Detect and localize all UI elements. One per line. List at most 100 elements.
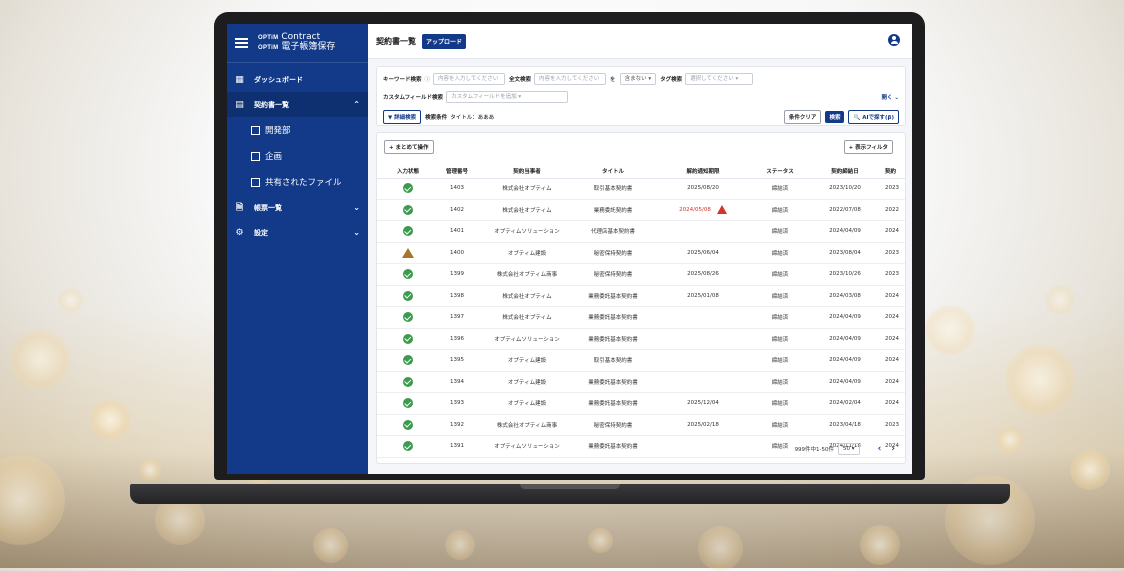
signed-cell: 2023/10/26	[817, 264, 873, 285]
table-row[interactable]: 1402 株式会社オプティム 業務委託契約書 2024/05/08 締結済 2022/07…	[377, 200, 905, 221]
status-text: 締結済	[771, 293, 789, 300]
party-cell: 株式会社オプティム商事	[485, 415, 569, 436]
display-filter-button[interactable]: + 表示フィルタ	[843, 140, 893, 154]
table-row[interactable]: 1403 株式会社オプティム 取引基本契約書 2025/08/20 締結済 2023/10…	[377, 178, 905, 200]
column-header[interactable]: 契約締結日	[817, 164, 873, 178]
input-state-cell	[393, 286, 423, 307]
extra-text: 2023	[885, 421, 899, 428]
sidebar-item-dashboard[interactable]: ▦ ダッシュボード	[227, 67, 368, 92]
table-row[interactable]: 1395 オプティム建設 取引基本契約書 締結済 2024/04/09 2024	[377, 350, 905, 372]
party-cell: オプティム建設	[485, 243, 569, 264]
sidebar-item-label: 帳票一覧	[254, 203, 282, 212]
bulk-action-button[interactable]: + まとめて操作	[384, 140, 434, 154]
check-circle-icon	[403, 419, 413, 430]
party-text: オプティム建設	[507, 250, 547, 257]
notice-cell	[665, 329, 741, 350]
table-row[interactable]: 1399 株式会社オプティム商事 秘密保持契約書 2025/08/26 締結済 2023/…	[377, 264, 905, 286]
prev-page-icon[interactable]: ‹	[878, 444, 882, 454]
id-cell: 1401	[437, 221, 477, 242]
clear-conditions-button[interactable]: 条件クリア	[783, 110, 822, 124]
help-icon[interactable]: ⓘ	[425, 75, 431, 83]
status-text: 締結済	[771, 401, 789, 408]
status-cell: 締結済	[757, 329, 803, 350]
title-cell: 業務委託基本契約書	[577, 329, 649, 350]
user-account-icon[interactable]	[888, 34, 900, 46]
table-row[interactable]: 1393 オプティム建設 業務委託基本契約書 2025/12/04 締結済 2024/02…	[377, 393, 905, 415]
column-header[interactable]: 解約通知期限	[665, 164, 741, 178]
detail-search-button[interactable]: ▼ 詳細検索	[383, 110, 422, 124]
sidebar-subitem-planning[interactable]: 企画	[227, 143, 368, 169]
folder-icon	[251, 125, 260, 135]
column-header[interactable]: 入力状態	[393, 164, 423, 178]
notice-text: 2025/08/26	[687, 271, 719, 278]
party-text: 株式会社オプティム	[502, 186, 552, 193]
extra-text: 2024	[885, 378, 899, 385]
status-text: 締結済	[771, 315, 789, 322]
column-header[interactable]: タイトル	[577, 164, 649, 178]
check-circle-icon	[403, 290, 413, 301]
sidebar-subitem-dev[interactable]: 開発部	[227, 117, 368, 143]
open-toggle[interactable]: 開く ⌄	[881, 93, 899, 101]
pagination: 999件中1-50件 50 ▾ ‹ ›	[795, 443, 895, 455]
title-cell: 業務委託基本契約書	[577, 372, 649, 393]
sidebar-item-contracts[interactable]: ▤ 契約書一覧 ⌃	[227, 92, 368, 117]
alert-icon	[716, 205, 727, 215]
table-row[interactable]: 1397 株式会社オプティム 業務委託基本契約書 締結済 2024/04/09 2024	[377, 307, 905, 329]
party-text: オプティムソリューション	[494, 444, 560, 451]
signed-cell: 2024/03/08	[817, 286, 873, 307]
brand-logo[interactable]: OPTiM Contract OPTiM 電子帳簿保存	[258, 33, 335, 53]
status-text: 締結済	[771, 250, 789, 257]
signed-text: 2024/02/04	[829, 400, 861, 407]
column-header[interactable]: 契約当事者	[485, 164, 569, 178]
notice-text: 2025/12/04	[687, 400, 719, 407]
notice-cell	[665, 372, 741, 393]
upload-button[interactable]: アップロード	[422, 33, 467, 49]
table-row[interactable]: 1401 オプティムソリューション 代理店基本契約書 締結済 2024/04/09 202…	[377, 221, 905, 243]
custom-field-select[interactable]: カスタムフィールドを追加 ▾	[446, 91, 569, 103]
table-row[interactable]: 1398 株式会社オプティム 業務委託基本契約書 2025/01/08 締結済 2024/…	[377, 286, 905, 307]
table-row[interactable]: 1392 株式会社オプティム商事 秘密保持契約書 2025/02/18 締結済 2023/…	[377, 415, 905, 436]
party-text: 株式会社オプティム商事	[496, 272, 558, 279]
extra-text: 2024	[885, 335, 899, 342]
check-circle-icon	[403, 376, 413, 387]
brand-mark: OPTiM	[258, 45, 279, 51]
menu-icon[interactable]	[235, 38, 248, 48]
tag-search-label: タグ検索	[660, 77, 683, 83]
include-select[interactable]: 含まない ▾	[619, 73, 657, 85]
fulltext-search-input[interactable]: 内容を入力してください	[534, 73, 607, 85]
input-state-cell	[393, 307, 423, 328]
id-text: 1393	[450, 400, 464, 407]
keyword-search-input[interactable]: 内容を入力してください	[433, 73, 506, 85]
search-button[interactable]: 検索	[825, 111, 845, 123]
sidebar-item-settings[interactable]: ⚙ 設定 ⌄	[227, 220, 368, 245]
fulltext-search-label: 全文検索	[509, 77, 532, 83]
column-header[interactable]: 契約	[885, 164, 905, 178]
sidebar-item-forms[interactable]: 🗎 帳票一覧 ⌄	[227, 195, 368, 220]
next-page-icon[interactable]: ›	[891, 444, 895, 454]
extra-cell: 2024	[885, 221, 905, 242]
title-cell: 取引基本契約書	[577, 178, 649, 199]
detail-search-label: 詳細検索	[394, 115, 417, 121]
sidebar-subitem-label: 開発部	[265, 126, 291, 136]
signed-cell: 2024/04/09	[817, 350, 873, 371]
notice-cell: 2024/05/08	[665, 200, 741, 221]
table-body: 1403 株式会社オプティム 取引基本契約書 2025/08/20 締結済 2023/10…	[377, 178, 905, 463]
page-size-select[interactable]: 50 ▾	[838, 443, 860, 455]
table-row[interactable]: 1400 オプティム建設 秘密保持契約書 2025/06/04 締結済 2023/08/0…	[377, 243, 905, 264]
column-header[interactable]: ステータス	[757, 164, 803, 178]
extra-cell: 2024	[885, 372, 905, 393]
party-cell: 株式会社オプティム	[485, 178, 569, 199]
table-row[interactable]: 1394 オプティム建設 業務委託基本契約書 締結済 2024/04/09 2024	[377, 372, 905, 393]
condition-label: 検索条件	[425, 115, 448, 121]
table-header: 入力状態 管理番号 契約当事者 タイトル 解約通知期限 ステータス 契約締結日 …	[377, 164, 905, 179]
title-cell: 代理店基本契約書	[577, 221, 649, 242]
sidebar-subitem-shared[interactable]: 共有されたファイル	[227, 169, 368, 195]
ai-search-button[interactable]: 🔍 AIで探す(β)	[848, 110, 899, 124]
laptop-screen: OPTiM Contract OPTiM 電子帳簿保存 ▦ ダッシュボード ▤ 契約…	[227, 24, 912, 474]
page-title: 契約書一覧	[376, 36, 416, 46]
signed-text: 2024/03/08	[829, 292, 861, 299]
signed-text: 2024/04/09	[829, 335, 861, 342]
column-header[interactable]: 管理番号	[437, 164, 477, 178]
tag-search-select[interactable]: 選択してください ▾	[685, 73, 754, 85]
table-row[interactable]: 1396 オプティムソリューション 業務委託基本契約書 締結済 2024/04/09 20…	[377, 329, 905, 350]
